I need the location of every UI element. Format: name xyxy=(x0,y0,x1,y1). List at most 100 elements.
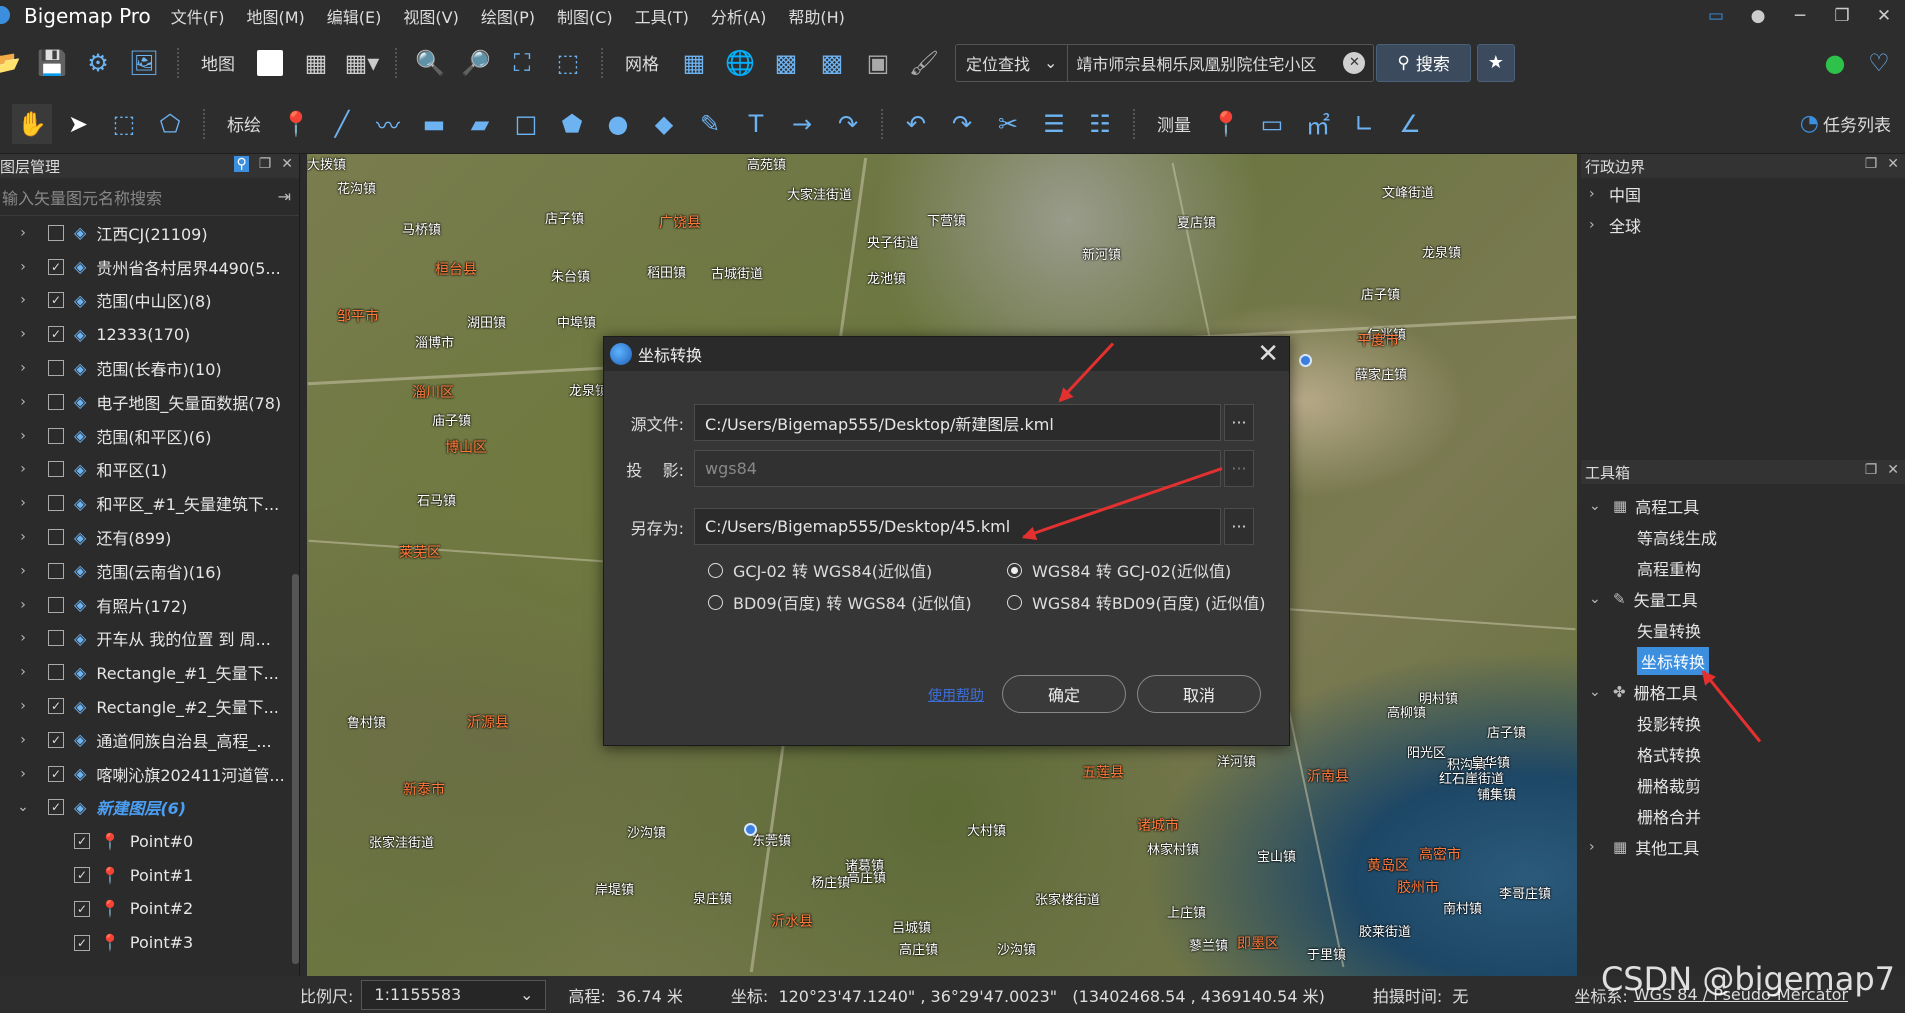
layer-checkbox[interactable] xyxy=(48,461,64,478)
wechat-icon[interactable]: ● xyxy=(1815,43,1855,83)
chevron-right-icon[interactable]: › xyxy=(12,698,34,714)
point-row[interactable]: ✓ 📍 Point#2 xyxy=(0,892,299,926)
search-type-select[interactable]: 定位查找 ⌄ xyxy=(956,44,1069,81)
chevron-right-icon[interactable]: › xyxy=(12,428,34,444)
menu-item[interactable]: 绘图(P) xyxy=(481,4,535,28)
menu-item[interactable]: 工具(T) xyxy=(635,4,689,28)
cut-icon[interactable]: ✂ xyxy=(988,104,1028,144)
favorite-star-icon[interactable]: ★ xyxy=(1476,43,1515,82)
radio-bd09-to-wgs84[interactable]: BD09(百度) 转 WGS84 (近似值) xyxy=(708,590,972,614)
menu-item[interactable]: 地图(M) xyxy=(247,4,305,28)
restore-button[interactable]: ❐ xyxy=(1821,6,1863,26)
point-row[interactable]: ✓ 📍 Point#0 xyxy=(0,824,299,858)
radio-wgs84-to-gcj02[interactable]: WGS84 转 GCJ-02(近似值) xyxy=(1007,558,1231,582)
pan-hand-icon[interactable]: ✋ xyxy=(12,103,52,144)
close-window-button[interactable]: ✕ xyxy=(1863,6,1905,26)
search-button[interactable]: ⚲ 搜索 xyxy=(1376,43,1471,82)
pentagon-icon[interactable]: ⬟ xyxy=(552,104,592,144)
close-icon[interactable]: ✕ xyxy=(1887,462,1899,478)
save-icon[interactable]: 💾 xyxy=(32,43,72,83)
layer-row[interactable]: › ◈ 和平区(1) xyxy=(0,453,299,487)
point-row[interactable]: ✓ 📍 Point#3 xyxy=(0,926,299,960)
layer-row[interactable]: › ✓ ◈ 喀喇沁旗202411河道管... xyxy=(0,757,299,791)
diamond-icon[interactable]: ◆ xyxy=(644,104,684,144)
tool-item[interactable]: 格式转换 xyxy=(1581,738,1905,769)
radio-gcj02-to-wgs84[interactable]: GCJ-02 转 WGS84(近似值) xyxy=(708,558,932,582)
chevron-right-icon[interactable]: › xyxy=(12,732,34,748)
map-point-marker[interactable] xyxy=(1299,354,1312,367)
point-row[interactable]: ✓ 📍 Point#1 xyxy=(0,858,299,892)
tool-item[interactable]: 坐标转换 xyxy=(1581,645,1905,676)
select-polygon-icon[interactable]: ⬠ xyxy=(150,104,190,144)
layer-row[interactable]: › ◈ Rectangle_#1_矢量下... xyxy=(0,655,299,689)
save-as-field[interactable]: C:/Users/Bigemap555/Desktop/45.kml xyxy=(694,508,1221,545)
message-icon[interactable]: ▭ xyxy=(1695,6,1737,26)
layer-checkbox[interactable] xyxy=(48,495,64,512)
tool-group[interactable]: ⌄ ▦ 高程工具 xyxy=(1581,490,1905,521)
chevron-right-icon[interactable]: › xyxy=(12,225,34,241)
layer-checkbox[interactable] xyxy=(48,360,64,377)
tool-item[interactable]: 栅格合并 xyxy=(1581,800,1905,831)
zoom-box-icon[interactable]: ⬚ xyxy=(548,43,588,83)
close-icon[interactable]: ✕ xyxy=(1887,156,1899,172)
layer-row[interactable]: › ✓ ◈ 12333(170) xyxy=(0,317,299,351)
layer-row[interactable]: › ◈ 有照片(172) xyxy=(0,588,299,622)
zoom-in-icon[interactable]: 🔍 xyxy=(410,43,450,83)
grid-icon[interactable]: ▦ xyxy=(674,43,714,83)
chevron-right-icon[interactable]: › xyxy=(12,664,34,680)
float-icon[interactable]: ❐ xyxy=(1865,156,1878,172)
map-point-marker[interactable] xyxy=(744,823,757,836)
measure-angle-icon[interactable]: ∟ xyxy=(1344,104,1384,144)
chevron-right-icon[interactable]: › xyxy=(12,529,34,545)
menu-item[interactable]: 制图(C) xyxy=(557,4,613,28)
admin-item[interactable]: › 中国 xyxy=(1581,178,1905,209)
point-checkbox[interactable]: ✓ xyxy=(74,934,90,951)
tool-item[interactable]: 高程重构 xyxy=(1581,552,1905,583)
chevron-down-icon[interactable]: ⌄ xyxy=(12,799,34,815)
measure-point-icon[interactable]: 📍 xyxy=(1206,104,1246,144)
layer-checkbox[interactable]: ✓ xyxy=(48,765,64,782)
browse-source-button[interactable]: ··· xyxy=(1224,404,1254,441)
point-checkbox[interactable]: ✓ xyxy=(74,900,90,917)
list-alt-icon[interactable]: ☷ xyxy=(1080,104,1120,144)
share-icon[interactable]: ♡ xyxy=(1859,43,1899,83)
menu-item[interactable]: 视图(V) xyxy=(403,4,458,28)
undo-icon[interactable]: ↶ xyxy=(896,104,936,144)
circle-icon[interactable]: ● xyxy=(598,104,638,144)
nm-grid-icon[interactable]: ▩ xyxy=(812,43,852,83)
list-icon[interactable]: ☰ xyxy=(1034,104,1074,144)
chevron-down-icon[interactable]: ⌄ xyxy=(1589,684,1609,700)
folder-grid-icon[interactable]: ▣ xyxy=(858,43,898,83)
tool-group[interactable]: ⌄ ✎ 矢量工具 xyxy=(1581,583,1905,614)
select-box-icon[interactable]: ⬚ xyxy=(104,104,144,144)
layer-checkbox[interactable]: ✓ xyxy=(48,799,64,816)
open-folder-icon[interactable]: 📂 xyxy=(0,43,26,83)
browse-save-button[interactable]: ··· xyxy=(1224,508,1254,545)
parallelogram-icon[interactable]: ▰ xyxy=(460,104,500,144)
zoom-out-icon[interactable]: 🔎 xyxy=(456,43,496,83)
chevron-right-icon[interactable]: › xyxy=(12,495,34,511)
tool-group[interactable]: › ▦ 其他工具 xyxy=(1581,831,1905,862)
ok-button[interactable]: 确定 xyxy=(1002,675,1126,713)
full-extent-icon[interactable]: ⛶ xyxy=(502,43,542,83)
chevron-right-icon[interactable]: › xyxy=(1589,217,1609,233)
globe-grid-icon[interactable]: 🌐 xyxy=(720,43,760,83)
tool-item[interactable]: 等高线生成 xyxy=(1581,521,1905,552)
float-icon[interactable]: ❐ xyxy=(1865,462,1878,478)
chevron-right-icon[interactable]: › xyxy=(12,630,34,646)
float-icon[interactable]: ❐ xyxy=(259,156,272,172)
chevron-down-icon[interactable]: ⌄ xyxy=(1589,498,1609,514)
text-box-icon[interactable]: T xyxy=(736,104,776,144)
chevron-right-icon[interactable]: › xyxy=(12,563,34,579)
close-icon[interactable]: ✕ xyxy=(1257,339,1279,369)
settings-gear-icon[interactable]: ⚙ xyxy=(78,43,118,83)
point-checkbox[interactable]: ✓ xyxy=(74,867,90,884)
layer-row[interactable]: › ◈ 范围(长春市)(10) xyxy=(0,351,299,385)
minimize-button[interactable]: ─ xyxy=(1779,6,1821,26)
collapse-icon[interactable]: ⇥ xyxy=(278,187,291,206)
chevron-right-icon[interactable]: › xyxy=(12,394,34,410)
menu-item[interactable]: 分析(A) xyxy=(711,4,766,28)
layer-row[interactable]: › ◈ 和平区_#1_矢量建筑下... xyxy=(0,486,299,520)
curved-arrow-icon[interactable]: ↷ xyxy=(828,104,868,144)
layer-checkbox[interactable]: ✓ xyxy=(48,292,64,309)
